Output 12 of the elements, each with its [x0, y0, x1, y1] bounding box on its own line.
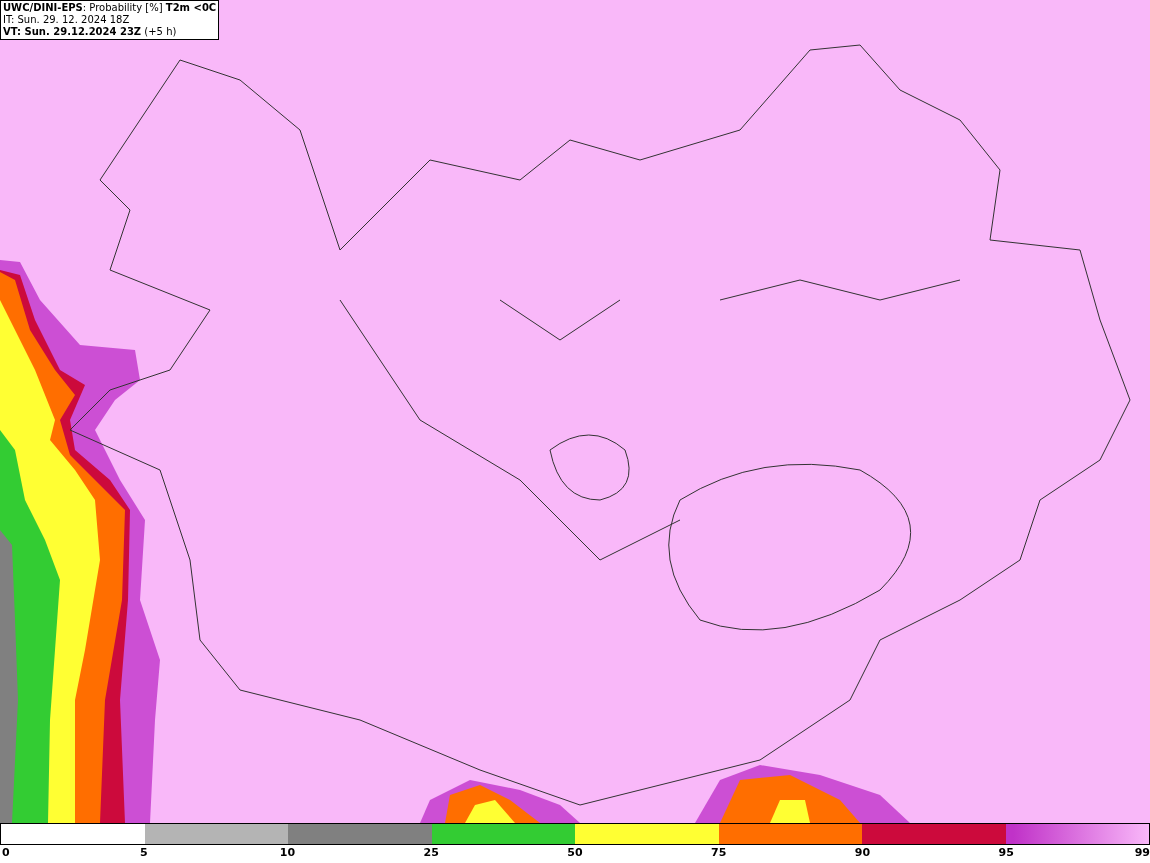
scale-label: 50	[567, 845, 583, 861]
scale-label: 10	[279, 845, 296, 861]
scale-label: 25	[423, 845, 439, 861]
scale-label: 75	[711, 845, 727, 861]
scale-label: 95	[998, 845, 1014, 861]
scale-label: 5	[139, 845, 148, 861]
scale-label: 0	[2, 845, 10, 861]
time-label: VT: Sun. 29.12.2024 23Z (+5 h)	[3, 26, 178, 38]
time-label: IT: Sun. 29. 12. 2024 18Z	[3, 14, 131, 26]
map-title: UWC/DINI-EPS: Probability [%] T2m <0C	[3, 2, 217, 14]
scale-label: 90	[854, 845, 871, 861]
scale-label: 99	[1134, 845, 1150, 861]
